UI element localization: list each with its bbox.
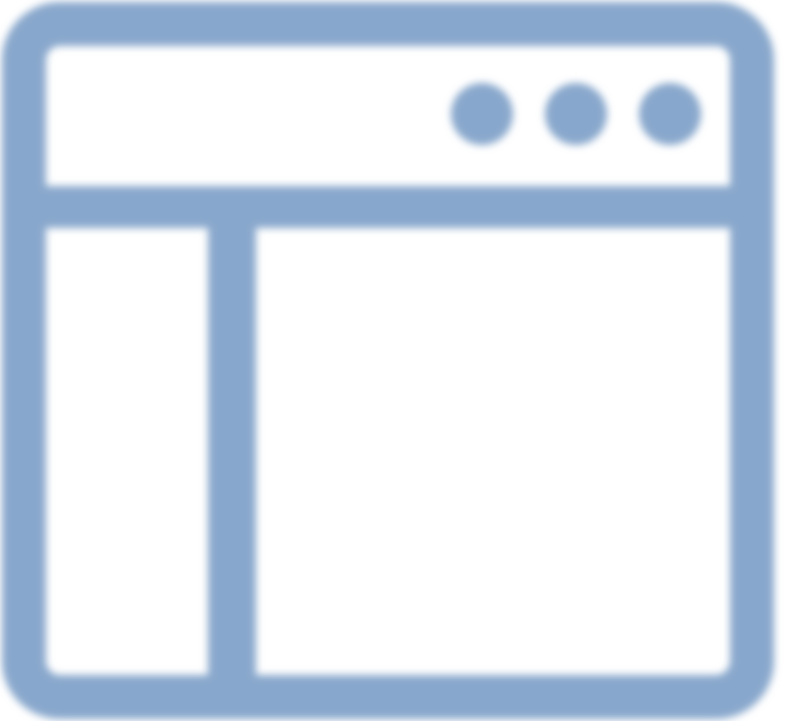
window-dot-icon (545, 83, 607, 145)
sidebar-divider (208, 186, 256, 697)
icon-canvas (0, 0, 800, 721)
window-dot-icon (639, 83, 701, 145)
title-bar-divider (24, 186, 752, 228)
browser-window-sidebar-icon (2, 2, 774, 719)
window-dot-icon (451, 83, 513, 145)
